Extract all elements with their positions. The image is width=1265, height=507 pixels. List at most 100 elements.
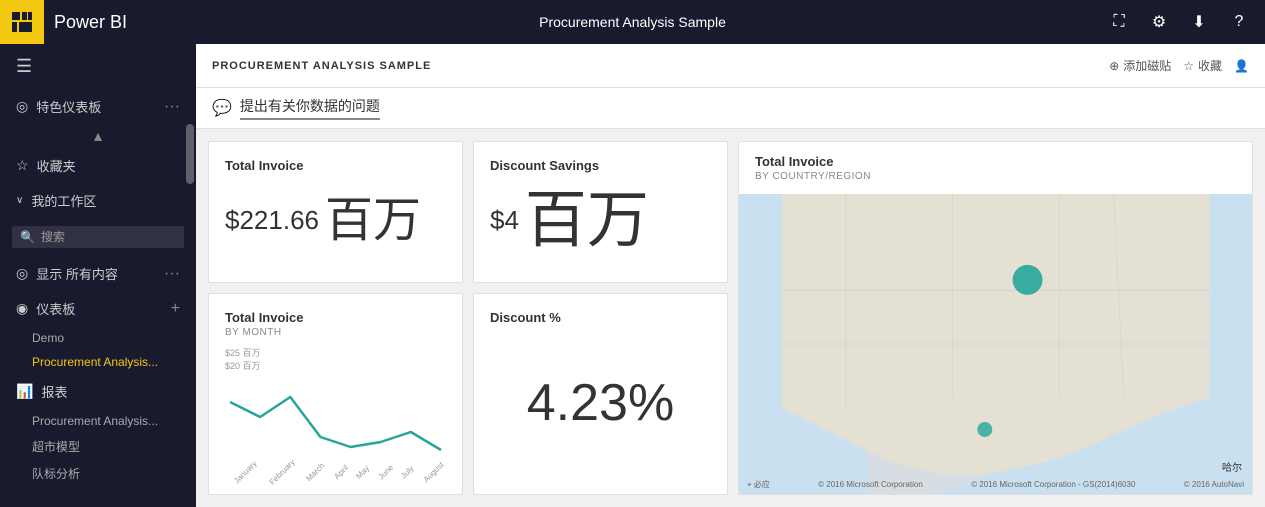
scroll-up[interactable]: ▲	[0, 124, 196, 148]
sidebar-item-featured[interactable]: ◎ 特色仪表板 ···	[0, 89, 196, 124]
map-svg	[739, 194, 1252, 494]
topbar-icons: ⛶ ⚙ ⬇ ?	[1101, 4, 1257, 40]
featured-label: 特色仪表板	[36, 97, 101, 116]
content-area: PROCUREMENT ANALYSIS SAMPLE ⊕ 添加磁贴 ☆ 收藏 …	[196, 44, 1265, 507]
total-invoice-value-container: $221.66 百万	[225, 175, 446, 266]
workspace-arrow: ∨	[16, 195, 23, 206]
label-aug: August	[422, 460, 446, 484]
sidebar-item-dashboards[interactable]: ◉ 仪表板 +	[0, 291, 196, 326]
label-feb: February	[268, 458, 297, 487]
share-button[interactable]: 👤	[1234, 59, 1249, 73]
dashboard-procurement[interactable]: Procurement Analysis...	[0, 350, 196, 374]
favorite-button[interactable]: ☆ 收藏	[1183, 57, 1222, 74]
topbar: Power BI Procurement Analysis Sample ⛶ ⚙…	[0, 0, 1265, 44]
add-tile-label: 添加磁贴	[1123, 57, 1171, 74]
dashboards-label: 仪表板	[36, 299, 75, 318]
sidebar-item-workspace[interactable]: ∨ 我的工作区	[0, 183, 196, 218]
sidebar-scrollbar[interactable]	[186, 124, 194, 184]
display-dots[interactable]: ···	[164, 265, 180, 283]
map-body: 哈尔 ⌖ 必应 © 2016 Microsoft Corporation © 2…	[739, 194, 1252, 494]
by-month-subtitle: BY MONTH	[225, 327, 446, 338]
dashboard: Total Invoice $221.66 百万 Discount Saving…	[196, 129, 1265, 507]
dashboard-demo[interactable]: Demo	[0, 326, 196, 350]
total-invoice-title: Total Invoice	[225, 158, 446, 173]
favorites-label: 收藏夹	[37, 156, 76, 175]
discount-pct-value: 4.23%	[490, 327, 711, 478]
label-jul: July	[399, 464, 415, 480]
label-mar: March	[305, 461, 327, 483]
discount-savings-card: Discount Savings $4 百万	[473, 141, 728, 283]
sub-header-title: PROCUREMENT ANALYSIS SAMPLE	[212, 60, 1109, 72]
y-label-20: $20 百万	[225, 359, 446, 372]
qa-icon: 💬	[212, 98, 232, 118]
share-icon: 👤	[1234, 59, 1249, 73]
sidebar-item-display[interactable]: ◎ 显示 所有内容 ···	[0, 256, 196, 291]
dashboards-icon: ◉	[16, 300, 28, 317]
help-button[interactable]: ?	[1221, 4, 1257, 40]
label-may: May	[354, 464, 371, 481]
discount-savings-value-container: $4 百万	[490, 175, 711, 266]
map-header: Total Invoice BY COUNTRY/REGION	[739, 142, 1252, 194]
sidebar-item-reports-label: 📊 报表	[0, 374, 196, 409]
map-footer: ⌖ 必应 © 2016 Microsoft Corporation © 2016…	[739, 479, 1252, 490]
favorite-icon: ☆	[1183, 59, 1194, 73]
left-panels: Total Invoice $221.66 百万 Discount Saving…	[208, 141, 728, 495]
total-invoice-value: $221.66	[225, 205, 319, 236]
map-bing-logo: ⌖ 必应	[747, 479, 770, 490]
app-logo[interactable]	[0, 0, 44, 44]
sub-header: PROCUREMENT ANALYSIS SAMPLE ⊕ 添加磁贴 ☆ 收藏 …	[196, 44, 1265, 88]
label-apr: April	[332, 463, 350, 481]
display-icon: ◎	[16, 265, 28, 282]
by-month-title: Total Invoice	[225, 310, 446, 325]
sidebar-item-favorites[interactable]: ☆ 收藏夹	[0, 148, 196, 183]
sidebar: ☰ ◎ 特色仪表板 ··· ▲ ☆ 收藏夹 ∨ 我的工作区 🔍 ◎ 显示 所有内…	[0, 44, 196, 507]
favorite-label: 收藏	[1198, 57, 1222, 74]
page-title-topbar: Procurement Analysis Sample	[539, 14, 726, 30]
total-invoice-card: Total Invoice $221.66 百万	[208, 141, 463, 283]
grid-icon	[11, 11, 33, 33]
display-label: 显示 所有内容	[36, 264, 118, 283]
search-box[interactable]: 🔍	[12, 226, 184, 248]
report-procurement[interactable]: Procurement Analysis...	[0, 409, 196, 433]
map-copy2: © 2016 Microsoft Corporation - GS(2014)6…	[971, 480, 1135, 489]
map-subtitle: BY COUNTRY/REGION	[755, 171, 1236, 182]
reports-label: 报表	[41, 382, 67, 401]
settings-button[interactable]: ⚙	[1141, 4, 1177, 40]
discount-pct-card: Discount % 4.23%	[473, 293, 728, 495]
line-chart-svg	[225, 382, 446, 462]
featured-icon: ◎	[16, 98, 28, 115]
workspace-label: 我的工作区	[31, 191, 96, 210]
favorites-icon: ☆	[16, 157, 29, 174]
search-input[interactable]	[41, 230, 176, 244]
discount-pct-title: Discount %	[490, 310, 711, 325]
reports-bar-icon: 📊	[16, 383, 33, 400]
map-title: Total Invoice	[755, 154, 1236, 169]
map-city-label: 哈尔	[1222, 459, 1242, 474]
expand-button[interactable]: ⛶	[1101, 4, 1137, 40]
map-container: 哈尔 ⌖ 必应 © 2016 Microsoft Corporation © 2…	[739, 194, 1252, 494]
label-jun: June	[376, 463, 395, 482]
line-chart-area: January February March April May June Ju…	[225, 382, 446, 478]
discount-savings-unit: 百万	[525, 190, 649, 252]
report-supermarket[interactable]: 超市模型	[0, 433, 196, 460]
hamburger-menu[interactable]: ☰	[0, 44, 196, 89]
top-row: Total Invoice $221.66 百万 Discount Saving…	[208, 141, 728, 283]
add-dashboard-icon[interactable]: +	[171, 300, 180, 318]
map-card: Total Invoice BY COUNTRY/REGION	[738, 141, 1253, 495]
y-label-25: $25 百万	[225, 346, 446, 359]
discount-savings-title: Discount Savings	[490, 158, 711, 173]
total-invoice-by-month-card: Total Invoice BY MONTH $25 百万 $20 百万 Jan…	[208, 293, 463, 495]
qa-bar[interactable]: 💬 提出有关你数据的问题	[196, 88, 1265, 129]
map-copy3: © 2016 AutoNavi	[1184, 480, 1244, 489]
label-jan: January	[232, 459, 258, 485]
download-button[interactable]: ⬇	[1181, 4, 1217, 40]
featured-dots[interactable]: ···	[164, 98, 180, 116]
sub-header-actions: ⊕ 添加磁贴 ☆ 收藏 👤	[1109, 57, 1249, 74]
add-tile-icon: ⊕	[1109, 59, 1119, 73]
add-tile-button[interactable]: ⊕ 添加磁贴	[1109, 57, 1171, 74]
report-team[interactable]: 队标分析	[0, 460, 196, 487]
map-copy1: © 2016 Microsoft Corporation	[818, 480, 923, 489]
bottom-row: Total Invoice BY MONTH $25 百万 $20 百万 Jan…	[208, 293, 728, 495]
x-axis-labels: January February March April May June Ju…	[225, 469, 446, 478]
main-layout: ☰ ◎ 特色仪表板 ··· ▲ ☆ 收藏夹 ∨ 我的工作区 🔍 ◎ 显示 所有内…	[0, 44, 1265, 507]
